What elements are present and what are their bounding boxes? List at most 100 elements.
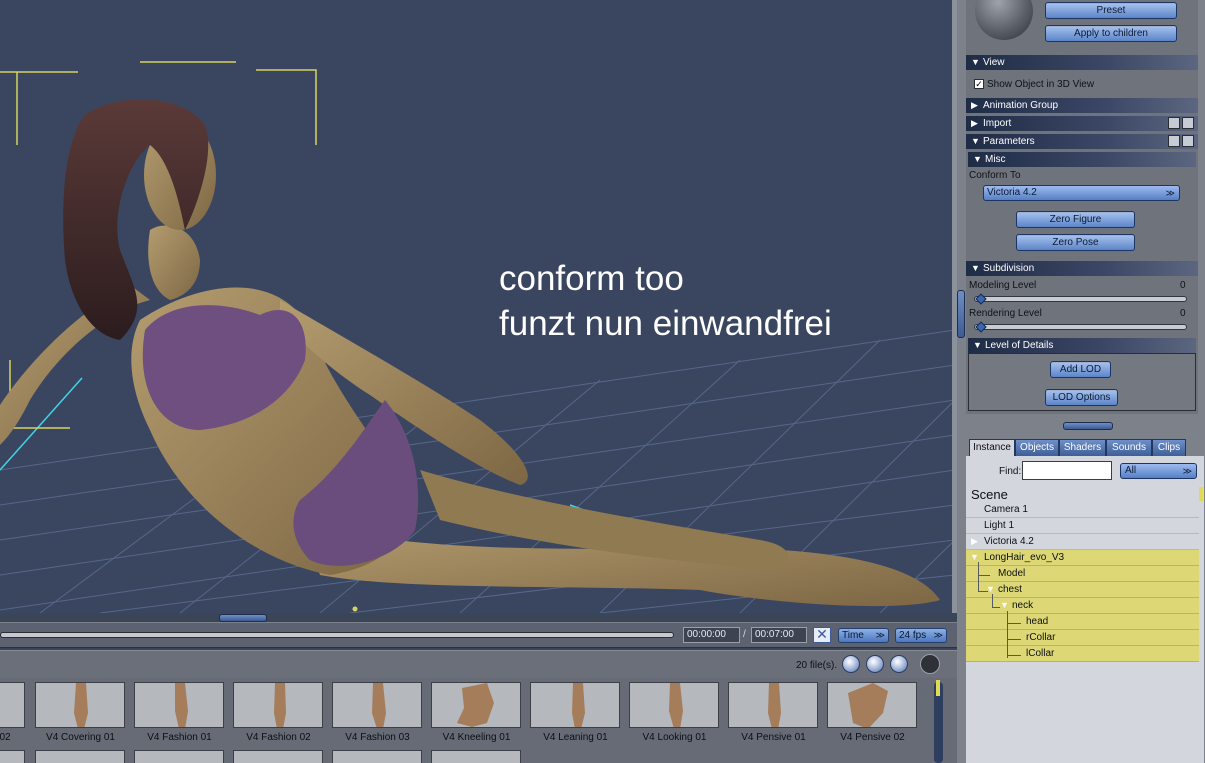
library-thumb[interactable] [233,682,323,728]
show-object-label: Show Object in 3D View [987,79,1095,90]
panel-splitter-handle[interactable] [957,290,965,338]
fps-dropdown[interactable]: 24 fps ≫ [895,628,947,643]
conform-to-dropdown[interactable]: Victoria 4.2 ≫ [983,185,1180,201]
library-menu-icon[interactable] [920,654,940,674]
triangle-down-icon: ▼ [973,340,982,350]
browser-splitter-handle[interactable] [1063,422,1113,430]
conform-to-label: Conform To [969,170,1021,181]
add-lod-button[interactable]: Add LOD [1050,361,1111,378]
tab-sounds[interactable]: Sounds [1106,439,1152,457]
triangle-down-icon: ▼ [973,154,982,164]
show-object-checkbox[interactable]: ✓ [974,79,984,89]
apply-to-children-button[interactable]: Apply to children [1045,25,1177,42]
library-thumb[interactable] [332,750,422,763]
load-icon[interactable] [1182,135,1194,147]
section-title: Animation Group [983,100,1059,111]
triangle-down-icon[interactable]: ▼ [986,582,995,597]
library-thumb[interactable] [332,682,422,728]
tree-item-rcollar[interactable]: rCollar [966,630,1199,646]
library-list-icon[interactable] [890,655,908,673]
current-time-field[interactable]: 00:00:00 [683,627,740,643]
misc-section-header[interactable]: ▼ Misc [968,152,1196,167]
library-item-label: V4 Pensive 02 [840,732,905,743]
tree-item-lcollar[interactable]: lCollar [966,646,1199,662]
total-time-field[interactable]: 00:07:00 [751,627,807,643]
rendering-level-value: 0 [1180,308,1186,319]
tree-connector [992,594,993,607]
file-count: 20 file(s). [796,660,838,671]
rendering-level-slider[interactable] [974,324,1187,330]
modeling-level-slider[interactable] [974,296,1187,302]
tab-instance[interactable]: Instance [969,439,1015,457]
3d-viewport[interactable]: conform too funzt nun einwandfrei [0,0,955,613]
tree-connector [1007,611,1008,658]
library-thumb[interactable] [629,682,719,728]
tree-item-chest[interactable]: ▼ chest [966,582,1199,598]
viewport-splitter-handle[interactable] [219,614,267,622]
subdivision-section-header[interactable]: ▼ Subdivision [966,261,1198,276]
triangle-right-icon[interactable]: ▶ [971,534,978,549]
tree-item-label: Light 1 [984,520,1015,531]
tree-connector [1007,655,1021,656]
import-section-header[interactable]: ▶ Import [966,116,1198,131]
lod-section-header[interactable]: ▼ Level of Details [968,338,1196,353]
tree-item-camera[interactable]: Camera 1 [966,502,1199,518]
library-thumb[interactable] [728,682,818,728]
load-icon[interactable] [1182,117,1194,129]
library-thumb[interactable] [827,682,917,728]
preset-button[interactable]: Preset [1045,2,1177,19]
time-scrubber[interactable] [0,632,674,638]
parameters-section-header[interactable]: ▼ Parameters [966,134,1198,149]
animation-group-header[interactable]: ▶ Animation Group [966,98,1198,113]
pose-figure-icon [669,683,683,727]
triangle-down-icon: ▼ [971,57,980,67]
tree-item-head[interactable]: head [966,614,1199,630]
find-input[interactable] [1022,461,1112,480]
section-title: Level of Details [985,340,1054,351]
library-thumb[interactable] [0,682,25,728]
scene-scroll-thumb[interactable] [1199,487,1203,501]
tree-item-neck[interactable]: ▼ neck [966,598,1199,614]
tab-clips[interactable]: Clips [1152,439,1186,457]
filter-dropdown[interactable]: All ≫ [1120,463,1197,479]
library-thumb[interactable] [35,750,125,763]
library-up-icon[interactable] [842,655,860,673]
tree-connector [978,575,979,591]
library-view-icon[interactable] [866,655,884,673]
zero-figure-button[interactable]: Zero Figure [1016,211,1135,228]
tree-item-victoria[interactable]: ▶ Victoria 4.2 [966,534,1199,550]
library-thumb[interactable] [35,682,125,728]
zero-pose-button[interactable]: Zero Pose [1016,234,1135,251]
library-thumb[interactable] [233,750,323,763]
triangle-down-icon: ▼ [971,263,980,273]
time-mode-dropdown[interactable]: Time ≫ [838,628,889,643]
library-scroll-thumb[interactable] [936,680,940,696]
loop-toggle-icon[interactable]: ✕ [813,627,831,643]
chevron-down-icon: ≫ [933,630,943,640]
library-thumb[interactable] [431,750,521,763]
save-icon[interactable] [1168,135,1180,147]
tree-item-light[interactable]: Light 1 [966,518,1199,534]
tab-objects[interactable]: Objects [1015,439,1059,457]
library-item-label: V4 Fashion 03 [345,732,410,743]
view-section-header[interactable]: ▼ View [966,55,1198,70]
library-thumb[interactable] [0,750,25,763]
tree-item-model[interactable]: Model [966,566,1199,582]
section-title: Import [983,118,1012,129]
library-thumb[interactable] [134,682,224,728]
library-thumb[interactable] [431,682,521,728]
browser-tabs: Instance Objects Shaders Sounds Clips [966,439,1204,457]
save-icon[interactable] [1168,117,1180,129]
annotation-text: conform too funzt nun einwandfrei [499,256,832,346]
figure-model [0,99,940,612]
library-thumb[interactable] [134,750,224,763]
tree-connector [1007,639,1021,640]
lod-options-button[interactable]: LOD Options [1045,389,1118,406]
filter-value: All [1125,465,1137,476]
timeline-bar: 00:00:00 / 00:07:00 ✕ Time ≫ 24 fps ≫ [0,622,957,648]
triangle-down-icon: ▼ [971,136,980,146]
tree-item-longhair[interactable]: ▼ LongHair_evo_V3 [966,550,1199,566]
tab-shaders[interactable]: Shaders [1059,439,1106,457]
pose-figure-icon [457,683,494,727]
library-thumb[interactable] [530,682,620,728]
